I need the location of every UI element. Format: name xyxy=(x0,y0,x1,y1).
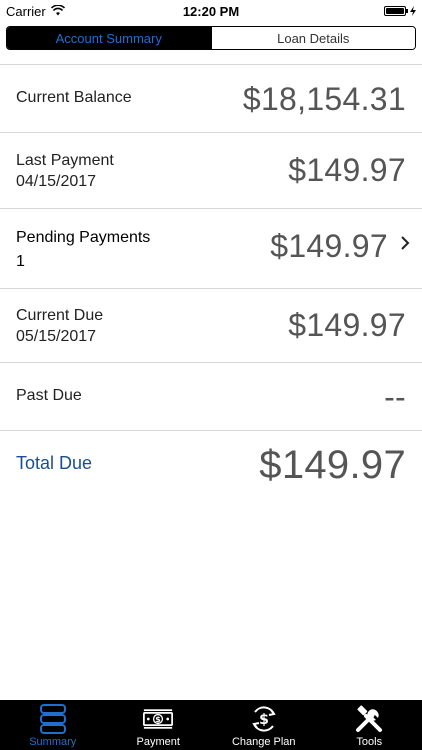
dollar-cycle-icon: $ xyxy=(249,704,279,734)
current-balance-amount: $18,154.31 xyxy=(242,81,406,117)
tab-tools-label: Tools xyxy=(356,736,383,748)
pending-payments-text: Pending Payments 1 xyxy=(16,227,150,272)
total-due-label: Total Due xyxy=(16,453,93,473)
tab-payment-label: Payment xyxy=(136,736,180,748)
summary-segmented-control: Account Summary Loan Details xyxy=(6,26,416,50)
pending-payments-amount: $149.97 xyxy=(270,228,388,264)
svg-text:$: $ xyxy=(259,712,269,728)
last-payment-date: 04/15/2017 xyxy=(16,173,97,190)
pending-payments-row[interactable]: Pending Payments 1 $149.97 xyxy=(0,208,422,288)
current-due-date: 05/15/2017 xyxy=(16,328,97,345)
tools-icon xyxy=(354,704,384,734)
account-summary-screen: Carrier 12:20 PM Account Summary Loan De… xyxy=(0,0,422,750)
tab-tools[interactable]: Tools xyxy=(317,700,422,750)
last-payment-text: Last Payment 04/15/2017 xyxy=(16,150,114,192)
svg-text:$: $ xyxy=(155,715,161,724)
past-due-row: Past Due -- xyxy=(0,362,422,430)
tab-change-plan-label: Change Plan xyxy=(231,736,296,748)
total-due-row: Total Due $149.97 xyxy=(0,430,422,500)
battery-icon xyxy=(384,6,408,16)
tab-payment[interactable]: $ Payment xyxy=(106,700,212,750)
current-balance-label: Current Balance xyxy=(16,89,132,106)
tab-account-summary[interactable]: Account Summary xyxy=(7,27,211,49)
current-due-amount: $149.97 xyxy=(288,307,406,343)
dollar-bill-icon: $ xyxy=(143,704,174,734)
chevron-right-icon xyxy=(400,231,410,257)
tab-change-plan[interactable]: $ Change Plan xyxy=(211,700,317,750)
tab-summary[interactable]: Summary xyxy=(0,700,106,750)
current-balance-row: Current Balance $18,154.31 xyxy=(0,64,422,132)
status-time: 12:20 PM xyxy=(182,4,240,19)
last-payment-label: Last Payment xyxy=(16,152,114,169)
server-stack-icon xyxy=(38,704,68,734)
last-payment-row: Last Payment 04/15/2017 $149.97 xyxy=(0,132,422,208)
pending-payments-count: 1 xyxy=(16,253,25,270)
tab-summary-label: Summary xyxy=(29,736,77,748)
pending-payments-label: Pending Payments xyxy=(16,229,151,246)
past-due-label: Past Due xyxy=(16,387,82,404)
current-due-label: Current Due xyxy=(16,307,104,324)
summary-list: Current Balance $18,154.31 Last Payment … xyxy=(0,64,422,500)
current-due-text: Current Due 05/15/2017 xyxy=(16,305,103,347)
current-due-row: Current Due 05/15/2017 $149.97 xyxy=(0,288,422,362)
tab-bar: Summary $ Payment $ Change Plan Tools xyxy=(0,700,422,750)
last-payment-amount: $149.97 xyxy=(288,152,406,188)
tab-loan-details[interactable]: Loan Details xyxy=(210,27,415,49)
status-bar: Carrier 12:20 PM xyxy=(0,0,422,22)
total-due-amount: $149.97 xyxy=(259,443,406,487)
past-due-amount: -- xyxy=(384,379,406,415)
